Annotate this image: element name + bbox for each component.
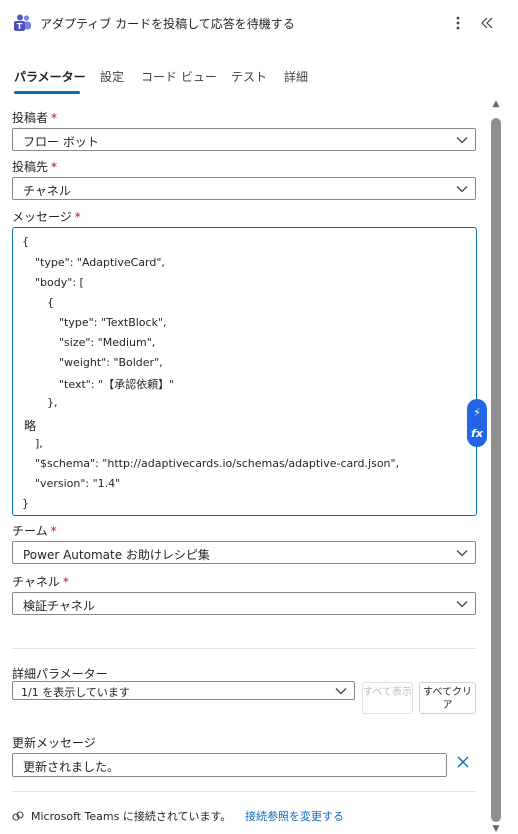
code-line: "type": "AdaptiveCard",	[35, 256, 165, 269]
team-label: チーム *	[12, 522, 57, 539]
double-chevron-left-icon	[481, 17, 493, 29]
code-line: "body": [	[35, 276, 84, 289]
link-icon	[12, 811, 24, 821]
clear-all-button[interactable]: すべてクリア	[419, 682, 476, 714]
show-all-label: すべて表示	[363, 687, 412, 698]
code-line: ],	[35, 437, 43, 450]
remove-parameter-icon[interactable]	[456, 755, 470, 769]
panel-header: T アダプティブ カードを投稿して応答を待機する	[0, 0, 518, 46]
chevron-down-icon	[456, 550, 468, 557]
advanced-params-label: 詳細パラメーター	[12, 667, 108, 681]
tab-code-view[interactable]: コード ビュー	[141, 68, 217, 85]
post-in-label-text: 投稿先	[12, 160, 49, 174]
update-message-input[interactable]: 更新されました。	[12, 753, 447, 777]
scrollbar-thumb[interactable]	[491, 118, 501, 822]
svg-text:T: T	[17, 22, 23, 31]
scroll-down-arrow[interactable]: ▼	[490, 824, 502, 834]
chevron-down-icon	[456, 186, 468, 193]
poster-value: フロー ボット	[23, 135, 99, 149]
scroll-up-arrow[interactable]: ▲	[490, 99, 502, 109]
poster-dropdown[interactable]: フロー ボット	[12, 128, 476, 151]
active-tab-indicator	[14, 91, 80, 94]
code-line: "text": "【承認依頼】"	[59, 378, 175, 391]
tab-settings[interactable]: 設定	[100, 68, 124, 85]
required-mark: *	[74, 210, 81, 224]
team-dropdown[interactable]: Power Automate お助けレシピ集	[12, 541, 476, 564]
tab-details[interactable]: 詳細	[284, 68, 308, 85]
post-in-dropdown[interactable]: チャネル	[12, 177, 476, 200]
more-options-button[interactable]	[447, 12, 469, 34]
show-all-button[interactable]: すべて表示	[362, 682, 413, 714]
code-line: 略	[24, 419, 37, 433]
code-line: "size": "Medium",	[59, 336, 156, 349]
code-line: "version": "1.4"	[35, 477, 121, 490]
chevron-down-icon	[335, 688, 347, 695]
update-message-label: 更新メッセージ	[12, 736, 96, 750]
team-value: Power Automate お助けレシピ集	[23, 548, 210, 562]
change-connection-link[interactable]: 接続参照を変更する	[245, 808, 344, 824]
post-in-label: 投稿先 *	[12, 158, 57, 175]
chevron-down-icon	[456, 137, 468, 144]
section-divider	[12, 648, 476, 649]
chevron-down-icon	[456, 601, 468, 608]
required-mark: *	[62, 575, 69, 589]
channel-dropdown[interactable]: 検証チャネル	[12, 592, 476, 615]
section-divider	[12, 791, 476, 792]
poster-label: 投稿者 *	[12, 109, 57, 126]
connection-status: Microsoft Teams に接続されています。	[31, 810, 232, 823]
team-label-text: チーム	[12, 524, 48, 538]
code-line: "$schema": "http://adaptivecards.io/sche…	[35, 457, 400, 470]
poster-label-text: 投稿者	[12, 111, 49, 125]
panel-title: アダプティブ カードを投稿して応答を待機する	[40, 17, 295, 31]
code-line: },	[47, 396, 58, 409]
tab-test[interactable]: テスト	[231, 68, 267, 85]
dynamic-content-icon[interactable]: ⚡	[473, 407, 481, 418]
clear-all-label: すべてクリア	[423, 687, 472, 711]
message-editor[interactable]: { "type": "AdaptiveCard", "body": [ { "t…	[12, 227, 477, 516]
code-line: "weight": "Bolder",	[59, 356, 163, 369]
collapse-panel-button[interactable]	[476, 12, 498, 34]
code-line: }	[22, 497, 29, 510]
channel-label-text: チャネル	[12, 575, 60, 589]
advanced-params-value: 1/1 を表示しています	[21, 686, 130, 699]
teams-icon: T	[14, 14, 31, 31]
dynamic-content-pill: ⚡ fx	[467, 399, 487, 447]
required-mark: *	[50, 524, 57, 538]
message-label-text: メッセージ	[12, 210, 72, 224]
required-mark: *	[51, 111, 58, 125]
tab-parameters[interactable]: パラメーター	[14, 68, 86, 85]
channel-value: 検証チャネル	[23, 599, 95, 613]
more-vertical-icon	[456, 16, 460, 30]
code-line: {	[47, 296, 54, 309]
advanced-params-dropdown[interactable]: 1/1 を表示しています	[12, 681, 355, 700]
code-line: {	[22, 235, 29, 248]
required-mark: *	[51, 160, 58, 174]
channel-label: チャネル *	[12, 573, 69, 590]
expression-fx-icon[interactable]: fx	[471, 428, 483, 439]
update-message-value: 更新されました。	[23, 760, 120, 774]
message-label: メッセージ *	[12, 208, 81, 225]
code-line: "type": "TextBlock",	[59, 316, 167, 329]
post-in-value: チャネル	[23, 184, 71, 198]
